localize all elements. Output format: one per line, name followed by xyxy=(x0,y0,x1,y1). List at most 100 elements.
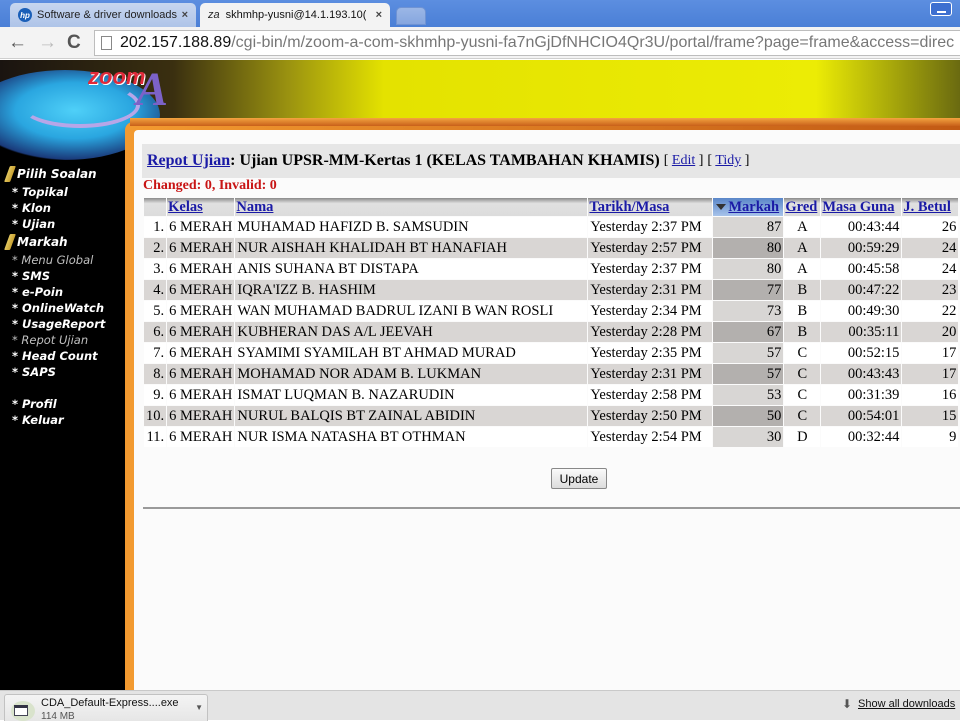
row-number: 1. xyxy=(144,217,167,237)
minimize-window-button[interactable] xyxy=(930,2,952,16)
cell-gred: A xyxy=(784,238,821,258)
sidebar-item-e-poin[interactable]: * e-Poin xyxy=(4,284,128,300)
cell-masa-guna: 00:32:44 xyxy=(821,427,902,447)
cell-masa-guna: 00:35:11 xyxy=(821,322,902,342)
reload-icon[interactable]: C xyxy=(67,32,81,54)
cell-gred: C xyxy=(784,343,821,363)
sidebar-header-pilih-soalan[interactable]: Pilih Soalan xyxy=(4,164,128,184)
col-header-masa-guna[interactable]: Masa Guna xyxy=(821,198,902,216)
tab-zoom-a[interactable]: za skhmhp-yusni@14.1.193.10( × xyxy=(200,3,390,27)
cell-kelas: 6 MERAH xyxy=(167,343,235,363)
sidebar-item-repot-ujian[interactable]: * Repot Ujian xyxy=(4,332,128,348)
cell-nama: KUBHERAN DAS A/L JEEVAH xyxy=(235,322,588,342)
cell-nama: MUHAMAD HAFIZD B. SAMSUDIN xyxy=(235,217,588,237)
cell-masa-guna: 00:43:43 xyxy=(821,364,902,384)
sidebar-item-klon[interactable]: * Klon xyxy=(4,200,128,216)
row-number: 10. xyxy=(144,406,167,426)
cell-tarikh: Yesterday 2:31 PM xyxy=(588,280,713,300)
edit-link[interactable]: Edit xyxy=(672,153,695,168)
sort-gred-link[interactable]: Gred xyxy=(785,199,817,215)
download-size: 114 MB xyxy=(41,711,75,722)
pencil-icon xyxy=(4,234,16,250)
sort-nama-link[interactable]: Nama xyxy=(236,199,273,215)
sidebar-item-profil[interactable]: * Profil xyxy=(4,396,128,412)
minimize-icon xyxy=(937,11,946,13)
cell-markah: 57 xyxy=(713,343,784,363)
download-item[interactable]: CDA_Default-Express....exe 114 MB ▼ xyxy=(4,694,208,722)
sort-tarikh-link[interactable]: Tarikh/Masa xyxy=(589,199,669,215)
sidebar-item-saps[interactable]: * SAPS xyxy=(4,364,128,380)
page-icon xyxy=(101,36,112,50)
sort-masa-guna-link[interactable]: Masa Guna xyxy=(822,199,894,215)
back-arrow-icon[interactable]: ← xyxy=(8,32,27,54)
download-arrow-icon: ⬇ xyxy=(842,697,853,711)
cell-gred: D xyxy=(784,427,821,447)
col-header-no xyxy=(144,198,167,216)
cell-nama: NURUL BALQIS BT ZAINAL ABIDIN xyxy=(235,406,588,426)
repot-ujian-link[interactable]: Repot Ujian xyxy=(147,152,230,170)
download-filename: CDA_Default-Express....exe xyxy=(41,697,179,709)
table-row: 7. 6 MERAH SYAMIMI SYAMILAH BT AHMAD MURAD… xyxy=(144,343,959,363)
download-menu-chevron-icon[interactable]: ▼ xyxy=(195,703,203,712)
cell-masa-guna: 00:52:15 xyxy=(821,343,902,363)
address-bar[interactable]: 202.157.188.89/cgi-bin/m/zoom-a-com-skhm… xyxy=(94,30,960,56)
cell-j-betul: 23 xyxy=(902,280,959,300)
row-number: 11. xyxy=(144,427,167,447)
sidebar-item-ujian[interactable]: * Ujian xyxy=(4,216,128,232)
cell-j-betul: 26 xyxy=(902,217,959,237)
sidebar-item-usagereport[interactable]: * UsageReport xyxy=(4,316,128,332)
cell-gred: A xyxy=(784,217,821,237)
cell-j-betul: 17 xyxy=(902,343,959,363)
cell-kelas: 6 MERAH xyxy=(167,406,235,426)
sidebar-item-sms[interactable]: * SMS xyxy=(4,268,128,284)
sidebar-header-label: Pilih Soalan xyxy=(17,167,97,181)
sort-markah-link[interactable]: Markah xyxy=(728,199,779,215)
col-header-j-betul[interactable]: J. Betul xyxy=(902,198,959,216)
cell-markah: 77 xyxy=(713,280,784,300)
table-row: 9. 6 MERAH ISMAT LUQMAN B. NAZARUDIN Yester… xyxy=(144,385,959,405)
cell-j-betul: 15 xyxy=(902,406,959,426)
forward-arrow-icon[interactable]: → xyxy=(38,32,57,54)
tidy-link[interactable]: Tidy xyxy=(715,153,741,168)
sidebar-item-topikal[interactable]: * Topikal xyxy=(4,184,128,200)
col-header-nama[interactable]: Nama xyxy=(235,198,588,216)
tab-software-downloads[interactable]: hp Software & driver downloads × xyxy=(10,3,196,27)
cell-kelas: 6 MERAH xyxy=(167,322,235,342)
edit-bracket: [ Edit ] xyxy=(663,153,704,168)
col-header-kelas[interactable]: Kelas xyxy=(167,198,235,216)
col-header-gred[interactable]: Gred xyxy=(784,198,821,216)
cell-nama: SYAMIMI SYAMILAH BT AHMAD MURAD xyxy=(235,343,588,363)
close-tab-icon[interactable]: × xyxy=(182,9,188,21)
close-tab-icon[interactable]: × xyxy=(376,9,382,21)
update-button[interactable]: Update xyxy=(551,468,607,489)
sidebar-item-keluar[interactable]: * Keluar xyxy=(4,412,128,428)
sort-j-betul-link[interactable]: J. Betul xyxy=(903,199,951,215)
divider xyxy=(143,507,960,509)
sidebar-header-markah[interactable]: Markah xyxy=(4,232,128,252)
sort-kelas-link[interactable]: Kelas xyxy=(168,199,203,215)
row-number: 4. xyxy=(144,280,167,300)
cell-tarikh: Yesterday 2:31 PM xyxy=(588,364,713,384)
cell-gred: A xyxy=(784,259,821,279)
table-row: 5. 6 MERAH WAN MUHAMAD BADRUL IZANI B WAN … xyxy=(144,301,959,321)
cell-nama: WAN MUHAMAD BADRUL IZANI B WAN ROSLI xyxy=(235,301,588,321)
cell-kelas: 6 MERAH xyxy=(167,301,235,321)
cell-nama: NUR ISMA NATASHA BT OTHMAN xyxy=(235,427,588,447)
sidebar-item-onlinewatch[interactable]: * OnlineWatch xyxy=(4,300,128,316)
col-header-tarikh[interactable]: Tarikh/Masa xyxy=(588,198,713,216)
banner-orange-strip xyxy=(130,118,960,126)
table-row: 10. 6 MERAH NURUL BALQIS BT ZAINAL ABIDIN Y… xyxy=(144,406,959,426)
cell-kelas: 6 MERAH xyxy=(167,280,235,300)
executable-file-icon xyxy=(11,701,35,721)
cell-kelas: 6 MERAH xyxy=(167,259,235,279)
cell-nama: NUR AISHAH KHALIDAH BT HANAFIAH xyxy=(235,238,588,258)
sidebar-item-head-count[interactable]: * Head Count xyxy=(4,348,128,364)
new-tab-button[interactable] xyxy=(396,7,426,25)
cell-markah: 30 xyxy=(713,427,784,447)
col-header-markah[interactable]: Markah xyxy=(713,198,784,216)
tab-label: skhmhp-yusni@14.1.193.10( xyxy=(225,9,366,21)
show-all-downloads-link[interactable]: ⬇ Show all downloads xyxy=(842,697,956,711)
cell-kelas: 6 MERAH xyxy=(167,364,235,384)
sidebar-item-menu-global[interactable]: * Menu Global xyxy=(4,252,128,268)
show-all-label: Show all downloads xyxy=(858,698,956,710)
